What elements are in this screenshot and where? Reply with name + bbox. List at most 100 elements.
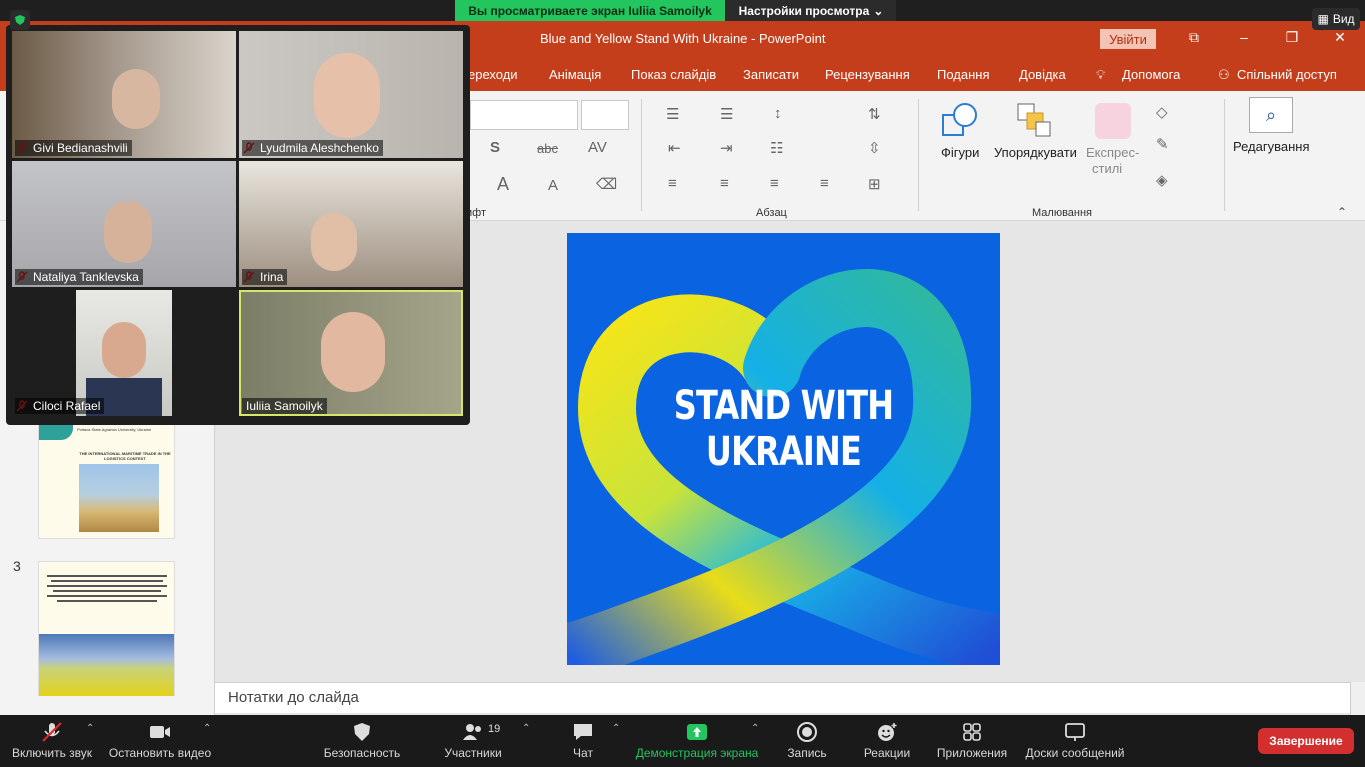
end-meeting-button[interactable]: Завершение — [1258, 728, 1354, 754]
participant-name: Nataliya Tanklevska — [15, 269, 143, 285]
shield-icon — [354, 723, 370, 741]
search-icon[interactable]: ⌕ — [1249, 97, 1293, 133]
tab-help[interactable]: Довідка — [1019, 67, 1066, 82]
chat-icon — [574, 724, 592, 740]
tab-tell-me[interactable]: Допомога — [1122, 67, 1180, 82]
text-direction-icon[interactable]: ⇅ — [868, 105, 881, 123]
stop-video-label: Остановить видео — [108, 746, 212, 760]
tab-view[interactable]: Подання — [937, 67, 990, 82]
slide-thumbnail-3[interactable] — [38, 561, 175, 696]
tab-record[interactable]: Записати — [743, 67, 799, 82]
columns-icon[interactable]: ☷ — [770, 139, 783, 157]
whiteboards-label: Доски сообщений — [1025, 746, 1125, 760]
video-tile[interactable]: Lyudmila Aleshchenko — [239, 31, 463, 158]
thumb3-number: 3 — [13, 558, 21, 574]
align-text-icon[interactable]: ⇳ — [868, 139, 881, 157]
grid-icon: ▦ — [1317, 12, 1329, 26]
people-icon — [463, 724, 481, 740]
reactions-label: Реакции — [863, 746, 911, 760]
video-tile-active-speaker[interactable]: Iuliia Samoilyk — [239, 290, 463, 416]
participant-face — [314, 53, 380, 138]
record-button[interactable]: Запись — [782, 715, 832, 767]
shape-outline-icon[interactable]: ✎ — [1156, 135, 1169, 153]
align-right-icon[interactable]: ≡ — [770, 175, 779, 192]
shape-fill-icon[interactable]: ◇ — [1156, 103, 1168, 121]
tab-slideshow[interactable]: Показ слайдів — [631, 67, 716, 82]
participant-name: Ciloci Rafael — [15, 398, 105, 414]
shape-effects-icon[interactable]: ◈ — [1156, 171, 1168, 189]
align-left-icon[interactable]: ≡ — [668, 175, 677, 192]
share-screen-button[interactable]: Демонстрация экрана — [634, 715, 760, 767]
security-shield-icon[interactable] — [10, 10, 30, 30]
chevron-up-icon[interactable]: ⌃ — [86, 723, 94, 734]
line-spacing-icon[interactable]: ↕ — [774, 105, 782, 122]
video-tile[interactable]: Givi Bedianashvili — [12, 31, 236, 158]
share-button[interactable]: Спільний доступ — [1237, 67, 1337, 82]
bullets-icon[interactable]: ☰ — [666, 105, 679, 123]
lightbulb-icon: 💡︎ — [1096, 67, 1106, 82]
participants-count: 19 — [488, 723, 501, 735]
chevron-up-icon[interactable]: ⌃ — [612, 723, 620, 734]
arrange-label: Упорядкувати — [994, 145, 1077, 160]
chevron-up-icon[interactable]: ⌃ — [522, 723, 530, 734]
mic-muted-icon — [42, 722, 62, 742]
decrease-indent-icon[interactable]: ⇤ — [668, 139, 681, 157]
tab-transitions[interactable]: ереходи — [468, 67, 518, 82]
increase-indent-icon[interactable]: ⇥ — [720, 139, 733, 157]
participant-name: Irina — [242, 269, 288, 285]
view-options-button[interactable]: Настройки просмотра ⌄ — [726, 0, 896, 21]
shapes-icon[interactable] — [941, 101, 981, 141]
clear-format-icon[interactable]: ⌫ — [596, 175, 617, 193]
font-name-box[interactable] — [470, 100, 578, 130]
zoom-view-button[interactable]: ▦ Вид — [1312, 8, 1360, 30]
shrink-font-icon[interactable]: A — [548, 177, 558, 194]
video-tile[interactable]: Nataliya Tanklevska — [12, 161, 236, 287]
chevron-up-icon[interactable]: ⌃ — [203, 723, 211, 734]
apps-button[interactable]: Приложения — [932, 715, 1012, 767]
share-user-icon: ⚇ — [1218, 67, 1230, 82]
grow-font-icon[interactable]: A — [497, 174, 509, 195]
minimize-icon[interactable]: – — [1234, 27, 1254, 47]
ribbon-display-icon[interactable]: ⧉ — [1184, 27, 1204, 47]
char-spacing-icon[interactable]: AV — [588, 139, 607, 156]
security-button[interactable]: Безопасность — [322, 715, 402, 767]
notes-scrollbar[interactable] — [1350, 682, 1365, 715]
chevron-up-icon[interactable]: ⌃ — [751, 723, 759, 734]
editing-button[interactable]: Редагування — [1233, 139, 1310, 154]
notes-pane[interactable]: Нотатки до слайда — [215, 682, 1350, 713]
close-icon[interactable]: ✕ — [1330, 27, 1350, 47]
tab-review[interactable]: Рецензування — [825, 67, 910, 82]
align-center-icon[interactable]: ≡ — [720, 175, 729, 192]
reactions-button[interactable]: Реакции — [860, 715, 914, 767]
thumb3-image — [39, 634, 174, 696]
slide-thumbnail-2[interactable]: Poltava State Agrarian University, Ukrai… — [38, 423, 175, 539]
unmute-button[interactable]: Включить звук — [8, 715, 96, 767]
video-tile[interactable]: Irina — [239, 161, 463, 287]
record-icon — [797, 722, 817, 742]
record-label: Запись — [787, 746, 827, 760]
justify-icon[interactable]: ≡ — [820, 175, 829, 192]
chat-button[interactable]: Чат — [560, 715, 606, 767]
collapse-ribbon-icon[interactable]: ⌃ — [1337, 205, 1347, 219]
apps-icon — [963, 723, 981, 741]
tab-animations[interactable]: Анімація — [549, 67, 601, 82]
video-tile[interactable]: Ciloci Rafael — [12, 290, 236, 416]
stop-video-button[interactable]: Остановить видео — [108, 715, 212, 767]
share-screen-icon — [687, 724, 707, 740]
smartart-icon[interactable]: ⊞ — [868, 175, 881, 193]
shadow-icon[interactable]: S — [490, 139, 500, 156]
screen-share-banner: Вы просматриваете экран Iuliia Samoilyk — [455, 0, 725, 21]
signin-button[interactable]: Увійти — [1100, 29, 1156, 49]
main-slide[interactable]: STAND WITH UKRAINE — [567, 233, 1000, 665]
maximize-icon[interactable]: ❐ — [1282, 27, 1302, 47]
quick-styles-icon[interactable] — [1095, 103, 1131, 139]
thumb2-caption: Poltava State Agrarian University, Ukrai… — [77, 427, 152, 432]
quick-styles-label-1: Експрес- — [1086, 145, 1140, 160]
font-size-box[interactable] — [581, 100, 629, 130]
numbering-icon[interactable]: ☰ — [720, 105, 733, 123]
whiteboards-button[interactable]: Доски сообщений — [1022, 715, 1128, 767]
arrange-icon[interactable] — [1015, 101, 1055, 141]
strikethrough-icon[interactable]: abc — [537, 141, 558, 156]
zoom-video-panel: Givi Bedianashvili Lyudmila Aleshchenko … — [6, 25, 470, 425]
participant-name: Lyudmila Aleshchenko — [242, 140, 383, 156]
